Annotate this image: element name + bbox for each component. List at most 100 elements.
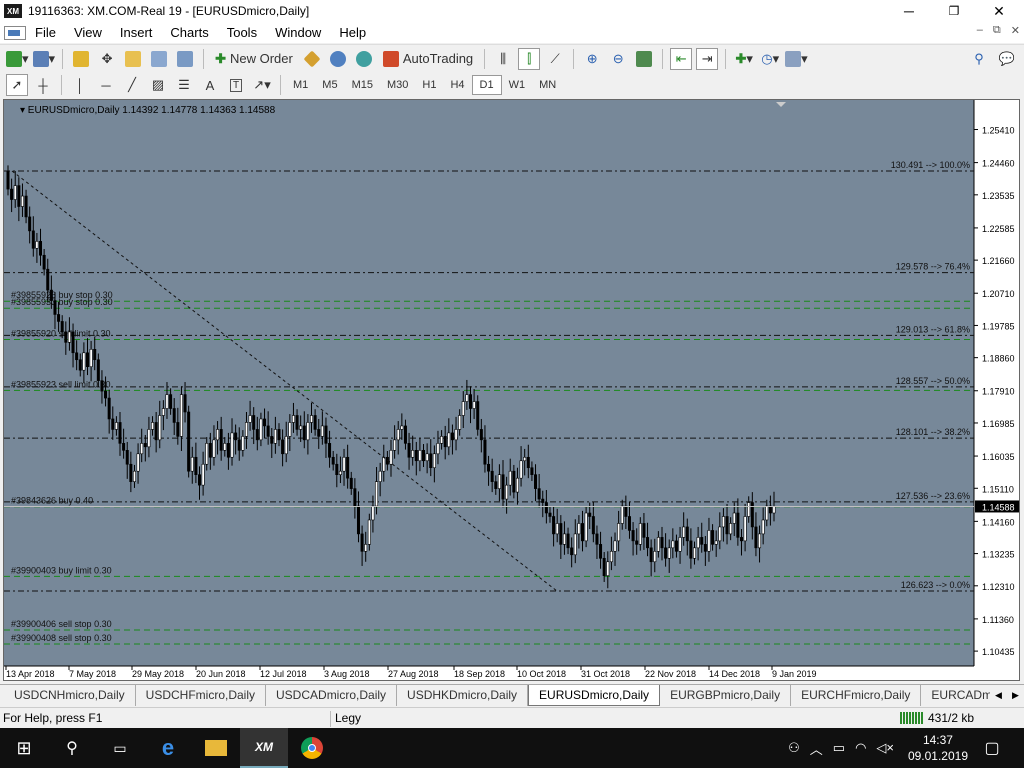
chrome-button[interactable]: [288, 728, 336, 768]
menu-tools[interactable]: Tools: [218, 25, 266, 40]
chart-tab[interactable]: USDCNHmicro,Daily: [4, 685, 136, 706]
timeframe-h4[interactable]: H4: [443, 75, 471, 95]
menu-charts[interactable]: Charts: [161, 25, 217, 40]
price-tick-label: 1.16035: [982, 452, 1015, 462]
candle-body: [82, 352, 86, 371]
chart-tab[interactable]: EURCHFmicro,Daily: [791, 685, 922, 706]
equidistant-channel-button[interactable]: ▨: [147, 74, 169, 96]
bar-chart-button[interactable]: ⫼: [492, 48, 514, 70]
date-tick-label: 22 Nov 2018: [645, 669, 696, 679]
crosshair-button[interactable]: ┼: [32, 74, 54, 96]
horizontal-line-button[interactable]: ─: [95, 74, 117, 96]
tab-scroll-left-icon[interactable]: ◀: [995, 690, 1002, 701]
tab-scroll-right-icon[interactable]: ▶: [1012, 690, 1019, 701]
candle-body: [194, 456, 198, 475]
data-window-button[interactable]: ✥: [96, 48, 118, 70]
timeframe-m5[interactable]: M5: [315, 75, 344, 95]
clock[interactable]: 14:37 09.01.2019: [908, 732, 968, 764]
chart-tab[interactable]: EURGBPmicro,Daily: [660, 685, 792, 706]
terminal-button[interactable]: [148, 48, 170, 70]
market-button[interactable]: [353, 48, 375, 70]
start-button[interactable]: ⊞: [0, 728, 48, 768]
candle-body: [299, 425, 303, 430]
price-tick-label: 1.15110: [982, 484, 1014, 494]
file-explorer-button[interactable]: [192, 728, 240, 768]
market-watch-button[interactable]: [70, 48, 92, 70]
app-logo-icon: XM: [4, 4, 22, 18]
new-chart-button[interactable]: ▾: [6, 48, 29, 70]
timeframe-d1[interactable]: D1: [471, 75, 502, 95]
battery-icon[interactable]: ▭: [833, 740, 845, 756]
indicators-button[interactable]: ✚ ▾: [733, 48, 755, 70]
zoom-in-button[interactable]: ⊕: [581, 48, 603, 70]
menu-view[interactable]: View: [65, 25, 111, 40]
candle-body: [190, 456, 194, 472]
mdi-restore-button[interactable]: ⧉: [993, 24, 1001, 37]
candle-body: [642, 523, 646, 538]
close-button[interactable]: ✕: [976, 0, 1022, 22]
volume-icon[interactable]: ◁×: [876, 740, 894, 756]
menu-window[interactable]: Window: [266, 25, 330, 40]
chevron-up-icon[interactable]: ︿: [810, 739, 823, 758]
price-chart[interactable]: ▾ EURUSDmicro,Daily 1.14392 1.14778 1.14…: [4, 100, 1019, 680]
vertical-line-button[interactable]: │: [69, 74, 91, 96]
candle-body: [320, 425, 324, 437]
candle-body: [494, 481, 498, 489]
menu-insert[interactable]: Insert: [111, 25, 162, 40]
chart-tab[interactable]: USDHKDmicro,Daily: [397, 685, 529, 706]
candle-body: [718, 526, 722, 542]
autotrading-button[interactable]: AutoTrading: [379, 48, 477, 70]
search-button[interactable]: ⚲: [968, 48, 990, 70]
auto-scroll-button[interactable]: ⇤: [670, 47, 693, 70]
templates-button[interactable]: ▾: [785, 48, 808, 70]
chart-shift-button[interactable]: ⇥: [696, 47, 719, 70]
fibonacci-button[interactable]: ☰: [173, 74, 195, 96]
new-order-label: New Order: [229, 51, 293, 66]
signals-button[interactable]: [327, 48, 349, 70]
timeframe-m1[interactable]: M1: [286, 75, 315, 95]
tile-windows-button[interactable]: [633, 48, 655, 70]
timeframe-m30[interactable]: M30: [380, 75, 415, 95]
profiles-button[interactable]: ▾: [32, 48, 55, 70]
candle-body: [429, 453, 433, 469]
arrows-button[interactable]: ↗ ▾: [251, 74, 273, 96]
trendline-button[interactable]: ╱: [121, 74, 143, 96]
timeframe-h1[interactable]: H1: [415, 75, 443, 95]
candlestick-button[interactable]: ⫿: [518, 47, 541, 70]
status-profile: Legy: [330, 711, 361, 727]
maximize-button[interactable]: ❐: [931, 0, 977, 22]
strategy-tester-button[interactable]: [174, 48, 196, 70]
mdi-close-button[interactable]: ✕: [1011, 24, 1020, 37]
mdi-minimize-button[interactable]: –: [977, 24, 983, 37]
timeframe-m15[interactable]: M15: [345, 75, 380, 95]
candle-body: [548, 512, 552, 517]
chart-menu-icon[interactable]: [4, 25, 26, 40]
xm-terminal-button[interactable]: XM: [240, 728, 288, 768]
chart-window[interactable]: ▾ EURUSDmicro,Daily 1.14392 1.14778 1.14…: [3, 99, 1020, 681]
menu-help[interactable]: Help: [330, 25, 375, 40]
task-view-button[interactable]: ▭: [96, 728, 144, 768]
new-order-button[interactable]: ✚ New Order: [211, 48, 297, 70]
text-label-button[interactable]: T: [225, 74, 247, 96]
menu-file[interactable]: File: [26, 25, 65, 40]
zoom-out-button[interactable]: ⊖: [607, 48, 629, 70]
metaeditor-button[interactable]: [301, 48, 323, 70]
chart-tab[interactable]: USDCHFmicro,Daily: [136, 685, 267, 706]
line-chart-button[interactable]: ⟋: [544, 48, 566, 70]
edge-button[interactable]: e: [144, 728, 192, 768]
notifications-button[interactable]: ▢: [968, 728, 1016, 768]
chart-tab[interactable]: EURCADmicro,: [921, 685, 994, 706]
chat-button[interactable]: 💬: [996, 48, 1018, 70]
timeframe-mn[interactable]: MN: [532, 75, 563, 95]
search-taskbar-button[interactable]: ⚲: [48, 728, 96, 768]
text-button[interactable]: A: [199, 74, 221, 96]
cursor-button[interactable]: ➚: [6, 74, 28, 96]
navigator-button[interactable]: [122, 48, 144, 70]
chart-tab[interactable]: USDCADmicro,Daily: [266, 685, 398, 706]
people-icon[interactable]: ⚇: [788, 740, 800, 756]
minimize-button[interactable]: ─: [886, 0, 932, 22]
network-icon[interactable]: ◠: [855, 740, 866, 756]
periods-button[interactable]: ◷ ▾: [759, 48, 781, 70]
chart-tab[interactable]: EURUSDmicro,Daily: [528, 685, 661, 706]
timeframe-w1[interactable]: W1: [502, 75, 533, 95]
